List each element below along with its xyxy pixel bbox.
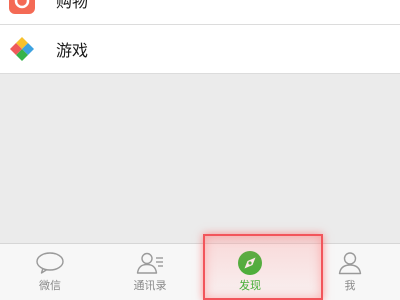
- tab-label: 发现: [239, 279, 261, 292]
- bottom-tab-bar: 微信 通讯录 发现 我: [0, 243, 400, 300]
- list-item-label: 购物: [56, 0, 89, 11]
- shopping-icon: [8, 0, 36, 15]
- divider: [0, 73, 400, 74]
- tab-discover[interactable]: 发现: [200, 244, 300, 300]
- tab-label: 通讯录: [133, 279, 167, 292]
- list-item-shopping[interactable]: 购物: [0, 0, 400, 24]
- tab-label: 微信: [39, 279, 61, 292]
- list-item-label: 游戏: [56, 41, 89, 60]
- game-icon: [8, 35, 36, 63]
- discover-screen: 购物 游戏 微信 通讯录 发现 我: [0, 0, 400, 300]
- chat-bubble-icon: [35, 250, 65, 276]
- discover-list: 购物 游戏: [0, 0, 400, 74]
- compass-icon: [235, 250, 265, 276]
- contacts-icon: [135, 250, 165, 276]
- tab-contacts[interactable]: 通讯录: [100, 244, 200, 300]
- list-item-games[interactable]: 游戏: [0, 25, 400, 73]
- tab-label: 我: [344, 279, 356, 292]
- tab-me[interactable]: 我: [300, 244, 400, 300]
- person-icon: [335, 250, 365, 276]
- tab-chats[interactable]: 微信: [0, 244, 100, 300]
